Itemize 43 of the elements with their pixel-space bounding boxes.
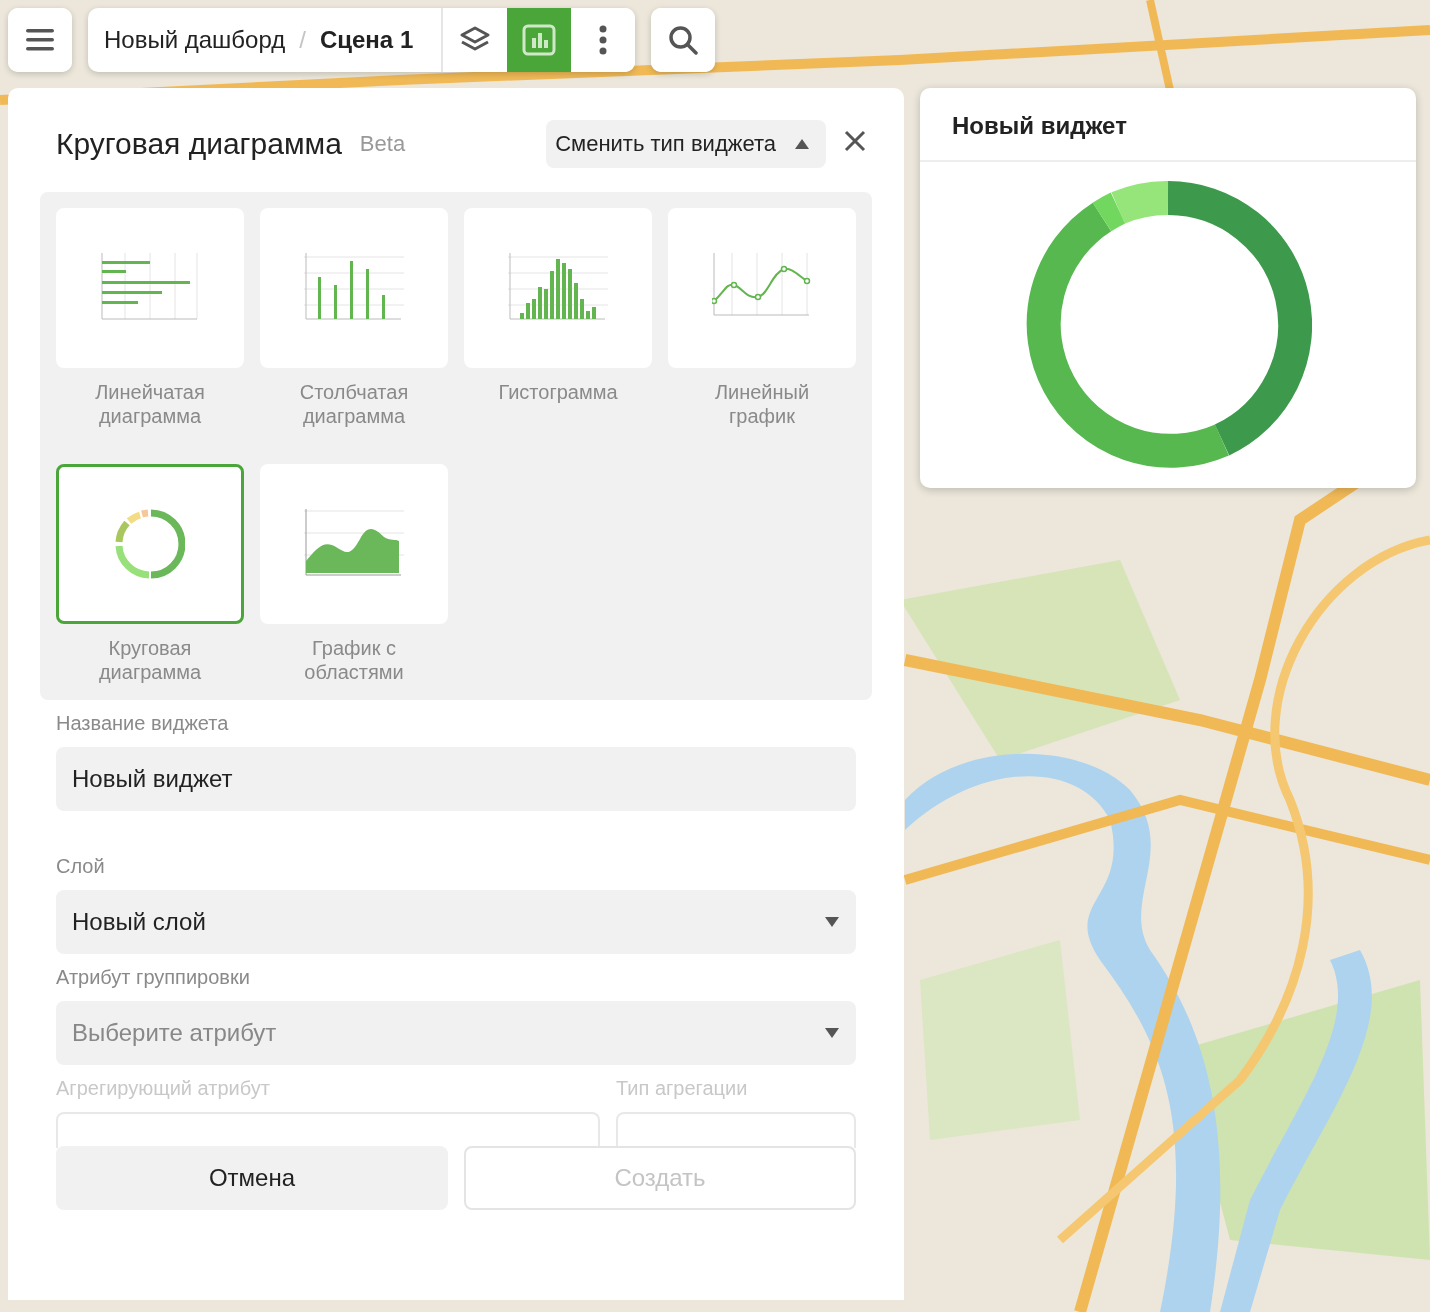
menu-button[interactable] bbox=[8, 8, 72, 72]
type-label: Линейчатая диаграмма bbox=[94, 380, 206, 428]
beta-label: Beta bbox=[359, 131, 406, 157]
type-label: Гистограмма bbox=[497, 380, 619, 405]
search-icon bbox=[668, 25, 699, 55]
more-icon bbox=[599, 25, 608, 55]
input-field[interactable]: Новый виджет bbox=[56, 747, 856, 811]
dashboard-link[interactable]: Новый дашборд bbox=[104, 26, 286, 54]
widget-type-option[interactable]: Линейный график bbox=[668, 208, 856, 428]
layers-button[interactable] bbox=[443, 8, 508, 72]
caret-icon bbox=[824, 916, 840, 928]
field-label: Атрибут группировки bbox=[56, 966, 251, 989]
cancel-button[interactable]: Отмена bbox=[56, 1146, 448, 1210]
close-icon bbox=[844, 130, 866, 152]
histogram-icon bbox=[508, 253, 608, 323]
type-label: Круговая диаграмма bbox=[97, 636, 203, 684]
donut-chart-icon bbox=[115, 509, 185, 579]
select-field[interactable]: Выберите атрибут bbox=[56, 1001, 856, 1065]
widget-type-option[interactable]: Столбчатая диаграмма bbox=[260, 208, 448, 428]
caret-icon bbox=[794, 138, 810, 150]
chart-icon bbox=[522, 24, 557, 56]
column-chart-icon bbox=[304, 253, 404, 323]
breadcrumb-separator: / bbox=[299, 26, 306, 54]
type-label: График с областями bbox=[303, 636, 405, 684]
field-label: Название виджета bbox=[56, 712, 230, 735]
change-type-button[interactable]: Сменить тип виджета bbox=[546, 120, 826, 168]
widget-type-option[interactable]: График с областями bbox=[260, 464, 448, 684]
widget-type-option[interactable]: Гистограмма bbox=[464, 208, 652, 428]
more-button[interactable] bbox=[571, 8, 636, 72]
caret-icon bbox=[824, 1027, 840, 1039]
field-label: Слой bbox=[56, 855, 106, 878]
menu-icon bbox=[26, 28, 54, 52]
search-button[interactable] bbox=[651, 8, 716, 72]
bar-chart-icon bbox=[100, 253, 200, 323]
widget-title: Новый виджет bbox=[920, 88, 1416, 162]
scene-title: Сцена 1 bbox=[319, 26, 414, 54]
type-label: Столбчатая диаграмма bbox=[298, 380, 410, 428]
widget-type-option[interactable]: Круговая диаграмма bbox=[56, 464, 244, 684]
widget-type-option[interactable]: Линейчатая диаграмма bbox=[56, 208, 244, 428]
type-label: Линейный график bbox=[713, 380, 811, 428]
area-chart-icon bbox=[304, 509, 404, 579]
select-field[interactable]: Новый слой bbox=[56, 890, 856, 954]
panel-title: Круговая диаграмма bbox=[56, 127, 342, 161]
